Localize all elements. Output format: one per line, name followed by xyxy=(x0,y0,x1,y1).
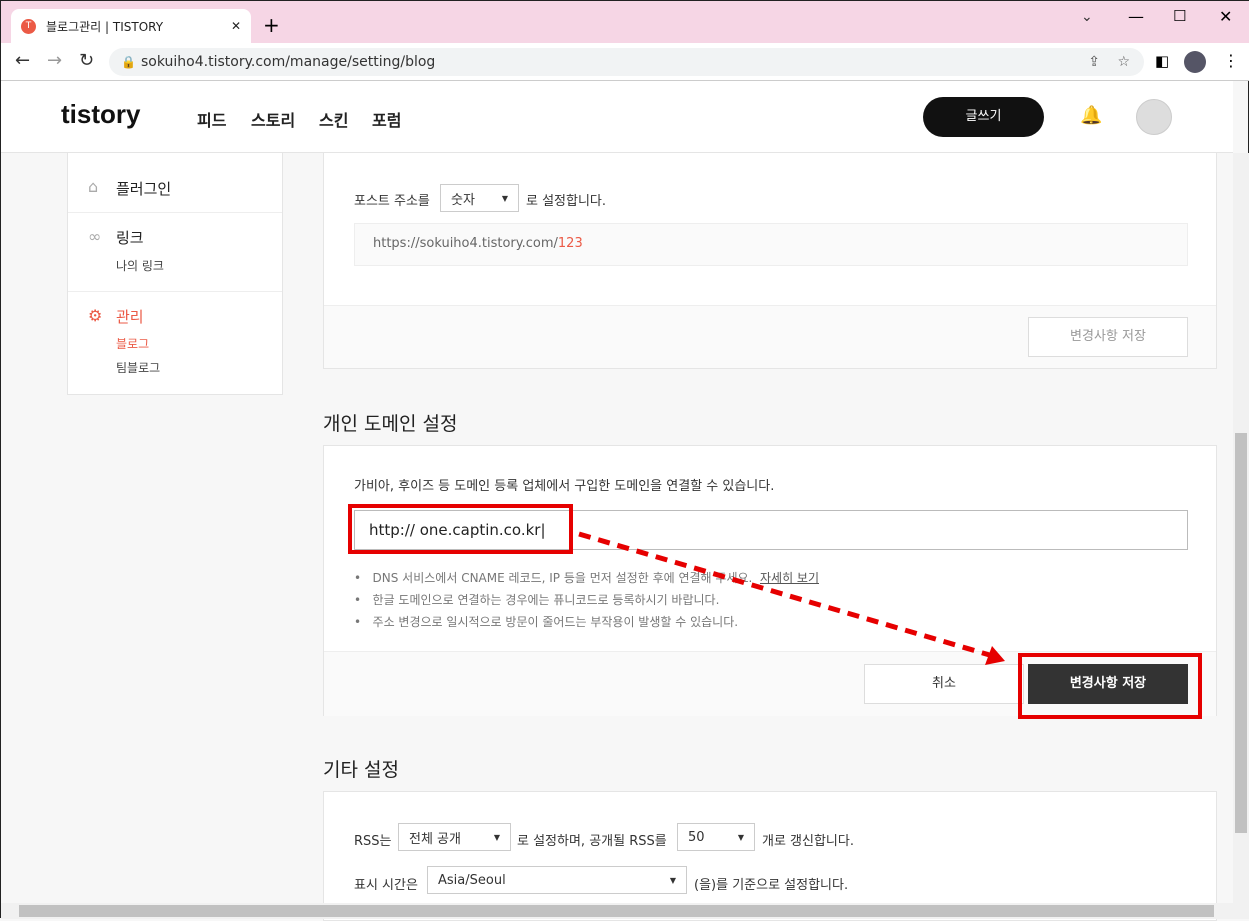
rss-select[interactable]: 전체 공개 ▼ xyxy=(398,823,511,851)
label: 표시 시간은 xyxy=(354,878,418,893)
value: 50 xyxy=(688,829,705,845)
value: 전체 공개 xyxy=(409,831,461,847)
vertical-scrollbar[interactable] xyxy=(1233,153,1249,903)
section-title: 기타 설정 xyxy=(323,759,399,781)
timezone-select[interactable]: Asia/Seoul ▼ xyxy=(427,866,687,894)
annotation-arrow xyxy=(578,531,1005,665)
horizontal-scrollbar[interactable] xyxy=(1,903,1249,919)
value: Asia/Seoul xyxy=(438,872,506,888)
other-settings-card: RSS는 전체 공개 ▼ 로 설정하며, 공개될 RSS를 50 ▼ 개로 갱신합니… xyxy=(323,791,1217,921)
label: (을)를 기준으로 설정합니다. xyxy=(694,878,849,893)
label: 로 설정하며, 공개될 RSS를 xyxy=(517,834,667,849)
caret-down-icon: ▼ xyxy=(669,875,676,885)
caret-down-icon: ▼ xyxy=(737,832,744,842)
label: RSS는 xyxy=(354,834,392,849)
rss-count-select[interactable]: 50 ▼ xyxy=(677,823,755,851)
caret-down-icon: ▼ xyxy=(493,832,500,842)
label: 개로 갱신합니다. xyxy=(762,834,854,849)
